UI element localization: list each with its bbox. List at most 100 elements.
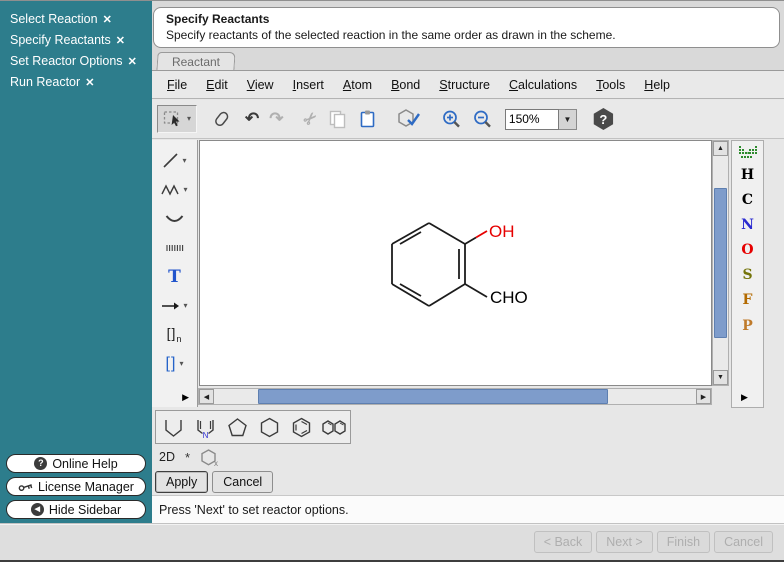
- close-icon[interactable]: ✕: [85, 77, 94, 89]
- zoom-level-input[interactable]: [505, 109, 559, 130]
- multiple-group-tool[interactable]: [152, 233, 197, 262]
- menu-edit[interactable]: Edit: [206, 78, 228, 92]
- copy-button[interactable]: [327, 105, 347, 133]
- menu-help[interactable]: Help: [644, 78, 670, 92]
- arc-tool[interactable]: [152, 204, 197, 233]
- menu-tools[interactable]: Tools: [596, 78, 625, 92]
- scroll-up-button[interactable]: ▲: [713, 141, 728, 156]
- paste-button[interactable]: [357, 105, 377, 133]
- dropdown-icon: ▾: [179, 359, 183, 368]
- step-label: Set Reactor Options: [10, 54, 123, 68]
- check-structure-button[interactable]: [397, 105, 421, 133]
- horizontal-scroll-track[interactable]: [214, 389, 696, 404]
- eraser-tool-button[interactable]: [211, 105, 231, 133]
- aldehyde-label: CHO: [490, 288, 528, 307]
- bracket-tool[interactable]: [] ▾: [152, 349, 197, 378]
- canvas-horizontal-scrollbar[interactable]: ◀ ▶: [198, 388, 712, 405]
- step-label: Select Reaction: [10, 12, 98, 26]
- menu-file[interactable]: File: [167, 78, 187, 92]
- sidebar-item-set-reactor-options[interactable]: Set Reactor Options ✕: [10, 51, 152, 72]
- apply-button[interactable]: Apply: [155, 471, 208, 493]
- template-cyclopentadiene[interactable]: [160, 413, 187, 441]
- close-icon[interactable]: ✕: [128, 56, 137, 68]
- menu-structure[interactable]: Structure: [439, 78, 490, 92]
- element-overflow-icon[interactable]: ▶: [741, 392, 748, 403]
- copy-icon: [327, 109, 347, 129]
- element-C[interactable]: C: [742, 192, 753, 208]
- template-cyclopentane[interactable]: [224, 413, 251, 441]
- text-tool-icon: T: [168, 267, 181, 287]
- tab-reactant[interactable]: Reactant: [156, 52, 235, 71]
- palette-overflow-icon[interactable]: ▶: [182, 392, 189, 403]
- selection-tool-button[interactable]: ▾: [157, 105, 197, 133]
- menu-view[interactable]: View: [247, 78, 274, 92]
- element-S[interactable]: S: [742, 267, 752, 283]
- sketch-status-row: 2D * x: [159, 448, 220, 466]
- cut-icon: ✂: [298, 107, 322, 131]
- scroll-left-button[interactable]: ◀: [199, 389, 214, 404]
- dimension-indicator[interactable]: 2D: [159, 450, 175, 464]
- sidebar-item-specify-reactants[interactable]: Specify Reactants ✕: [10, 30, 152, 51]
- structure-canvas[interactable]: OH CHO: [199, 140, 712, 386]
- template-cyclohexane[interactable]: [256, 413, 283, 441]
- repeat-group-tool[interactable]: []n: [152, 320, 197, 349]
- element-palette: H C N O S F P ▶: [731, 140, 764, 408]
- template-benzene[interactable]: [288, 413, 315, 441]
- template-naphthalene[interactable]: [320, 413, 347, 441]
- button-label: License Manager: [38, 480, 134, 494]
- sketcher-help-button[interactable]: ?: [593, 108, 614, 130]
- menu-insert[interactable]: Insert: [293, 78, 324, 92]
- element-P[interactable]: P: [742, 318, 753, 334]
- finish-button[interactable]: Finish: [657, 531, 710, 553]
- hydroxyl-label: OH: [489, 222, 515, 241]
- close-icon[interactable]: ✕: [116, 35, 125, 47]
- dropdown-icon: ▾: [182, 156, 186, 165]
- undo-button[interactable]: ↶: [245, 105, 259, 133]
- svg-text:x: x: [214, 459, 218, 467]
- wizard-cancel-button[interactable]: Cancel: [714, 531, 773, 553]
- element-H[interactable]: H: [741, 167, 754, 183]
- element-F[interactable]: F: [743, 292, 753, 308]
- canvas-vertical-scrollbar[interactable]: ▲ ▼: [712, 140, 729, 386]
- step-label: Specify Reactants: [10, 33, 111, 47]
- sidebar-item-run-reactor[interactable]: Run Reactor✕: [10, 72, 152, 93]
- scroll-right-button[interactable]: ▶: [696, 389, 711, 404]
- redo-button[interactable]: ↷: [269, 105, 283, 133]
- zoom-in-button[interactable]: [441, 105, 462, 133]
- template-pyrrole[interactable]: N: [192, 413, 219, 441]
- zoom-dropdown-button[interactable]: ▼: [559, 109, 577, 130]
- menu-atom[interactable]: Atom: [343, 78, 372, 92]
- element-O[interactable]: O: [741, 242, 753, 258]
- zoom-out-button[interactable]: [472, 105, 493, 133]
- cut-button[interactable]: ✂: [304, 105, 317, 133]
- menu-calculations[interactable]: Calculations: [509, 78, 577, 92]
- bond-tool[interactable]: ▾: [152, 146, 197, 175]
- back-button[interactable]: < Back: [534, 531, 593, 553]
- vertical-scroll-thumb[interactable]: [714, 188, 727, 338]
- wizard-step-header: Specify Reactants Specify reactants of t…: [153, 7, 780, 48]
- open-ring-icon: [162, 416, 185, 439]
- online-help-button[interactable]: ? Online Help: [6, 454, 146, 473]
- menu-bond[interactable]: Bond: [391, 78, 420, 92]
- close-icon[interactable]: ✕: [103, 14, 112, 26]
- sidebar-item-select-reaction[interactable]: Select Reaction ✕: [10, 9, 152, 30]
- chain-tool[interactable]: ▾: [152, 175, 197, 204]
- structure-check-icon: [397, 108, 421, 130]
- text-tool[interactable]: T: [152, 262, 197, 291]
- horizontal-scroll-thumb[interactable]: [258, 389, 608, 404]
- wizard-sidebar: Select Reaction ✕ Specify Reactants ✕ Set …: [0, 1, 152, 523]
- dropdown-icon: ▾: [183, 301, 187, 310]
- scroll-down-button[interactable]: ▼: [713, 370, 728, 385]
- periodic-table-button[interactable]: [739, 146, 757, 158]
- wizard-step-list: Select Reaction ✕ Specify Reactants ✕ Set …: [0, 1, 152, 93]
- license-manager-button[interactable]: License Manager: [6, 477, 146, 496]
- structure-check-off-icon[interactable]: x: [200, 448, 220, 467]
- cancel-button[interactable]: Cancel: [212, 471, 273, 493]
- reaction-arrow-tool[interactable]: ▾: [152, 291, 197, 320]
- periodic-table-icon: [739, 146, 757, 158]
- hide-sidebar-button[interactable]: ◀ Hide Sidebar: [6, 500, 146, 519]
- next-button[interactable]: Next >: [596, 531, 652, 553]
- chain-icon: [161, 184, 180, 196]
- element-N[interactable]: N: [741, 217, 754, 233]
- pentagon-icon: [226, 416, 249, 439]
